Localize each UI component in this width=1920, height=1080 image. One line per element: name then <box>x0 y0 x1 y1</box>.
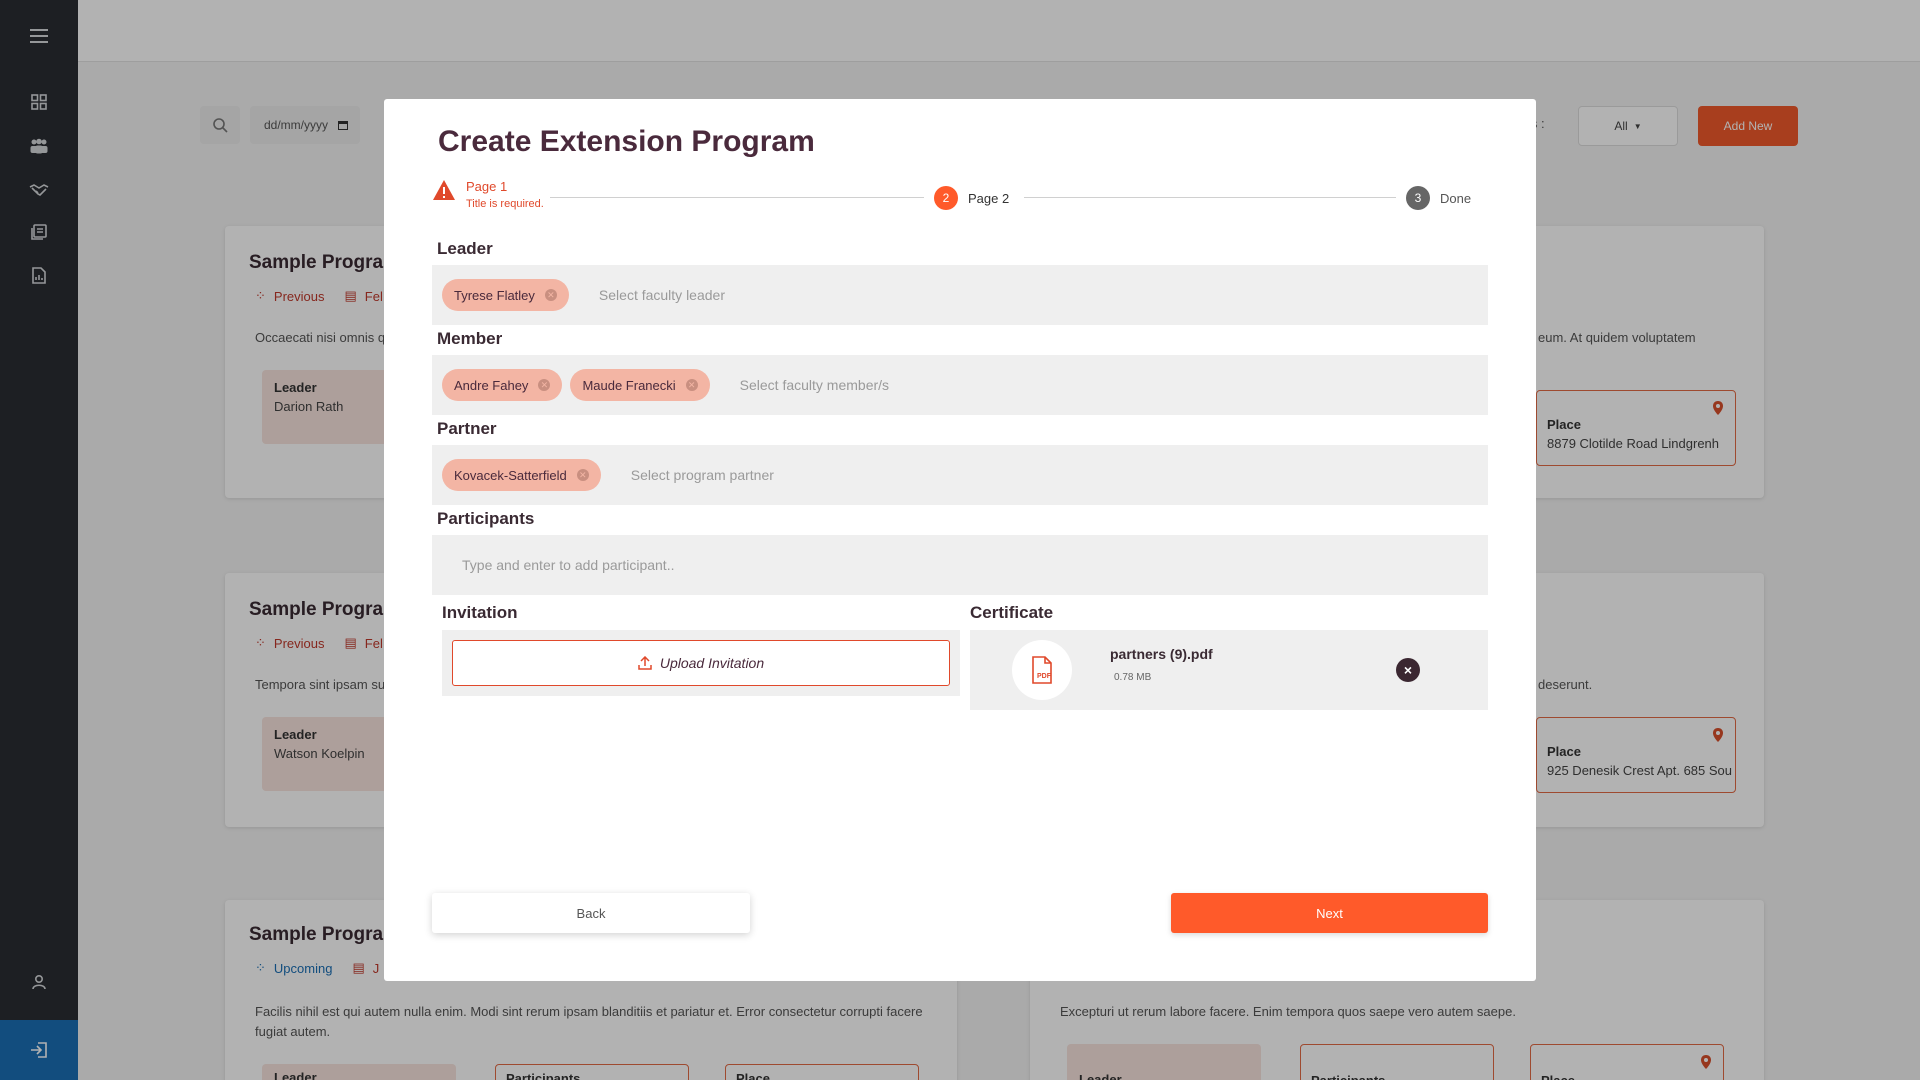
step-3-label: Done <box>1440 190 1472 206</box>
member-label: Member <box>437 329 503 348</box>
participants-input[interactable]: Type and enter to add participant.. <box>432 535 1488 595</box>
pdf-type-text: PDF <box>1037 673 1052 680</box>
step-connector <box>550 197 924 198</box>
step-page-1[interactable]: Page 1 Title is required. <box>432 179 544 210</box>
step-connector <box>1024 197 1396 198</box>
modal-title: Create Extension Program <box>438 125 815 158</box>
chip-remove-icon[interactable]: ✕ <box>538 379 551 391</box>
certificate-label: Certificate <box>970 603 1054 622</box>
back-button[interactable]: Back <box>432 893 750 933</box>
step-done[interactable]: 3 Done <box>1406 186 1471 210</box>
warning-icon <box>433 180 455 200</box>
remove-file-button[interactable]: × <box>1396 658 1420 682</box>
step-3-number: 3 <box>1406 186 1430 210</box>
member-chip: Andre Fahey ✕ <box>442 369 563 401</box>
chip-label: Maude Franecki <box>582 377 676 393</box>
invitation-upload-area: Upload Invitation <box>442 630 960 696</box>
partner-placeholder: Select program partner <box>630 467 774 483</box>
chip-remove-icon[interactable]: ✕ <box>576 469 589 481</box>
stepper: Page 1 Title is required. 2 Page 2 3 Don… <box>432 179 1472 219</box>
step-2-number: 2 <box>934 186 958 210</box>
chip-label: Tyrese Flatley <box>454 287 535 303</box>
invitation-label: Invitation <box>442 603 518 622</box>
leader-chip: Tyrese Flatley ✕ <box>442 279 569 311</box>
partner-label: Partner <box>437 419 497 438</box>
partner-select[interactable]: Kovacek-Satterfield ✕ Select program par… <box>432 445 1488 505</box>
participants-label: Participants <box>437 509 535 528</box>
participants-placeholder: Type and enter to add participant.. <box>462 557 675 573</box>
leader-placeholder: Select faculty leader <box>598 287 725 303</box>
step-1-error: Title is required. <box>466 198 544 210</box>
member-placeholder: Select faculty member/s <box>739 377 890 393</box>
leader-select[interactable]: Tyrese Flatley ✕ Select faculty leader <box>432 265 1488 325</box>
close-icon: × <box>1403 662 1413 678</box>
certificate-file: PDF partners (9).pdf 0.78 MB × <box>970 630 1488 710</box>
upload-invitation-label: Upload Invitation <box>659 655 765 671</box>
chip-remove-icon[interactable]: ✕ <box>544 289 557 301</box>
step-2-label: Page 2 <box>968 190 1010 206</box>
create-program-modal: Create Extension Program Page 1 Title is… <box>384 99 1536 981</box>
leader-label: Leader <box>437 239 493 258</box>
step-1-label: Page 1 <box>466 179 508 194</box>
chip-label: Andre Fahey <box>454 377 529 393</box>
upload-icon <box>638 656 652 670</box>
member-chip: Maude Franecki ✕ <box>570 369 710 401</box>
chip-label: Kovacek-Satterfield <box>454 467 567 483</box>
partner-chip: Kovacek-Satterfield ✕ <box>442 459 601 491</box>
next-button[interactable]: Next <box>1171 893 1488 933</box>
certificate-file-size: 0.78 MB <box>1114 672 1152 683</box>
upload-invitation-button[interactable]: Upload Invitation <box>452 640 950 686</box>
step-page-2[interactable]: 2 Page 2 <box>934 186 1009 210</box>
chip-remove-icon[interactable]: ✕ <box>685 379 698 391</box>
pdf-file-icon: PDF <box>1012 640 1072 700</box>
member-select[interactable]: Andre Fahey ✕ Maude Franecki ✕ Select fa… <box>432 355 1488 415</box>
certificate-file-name: partners (9).pdf <box>1110 646 1213 662</box>
